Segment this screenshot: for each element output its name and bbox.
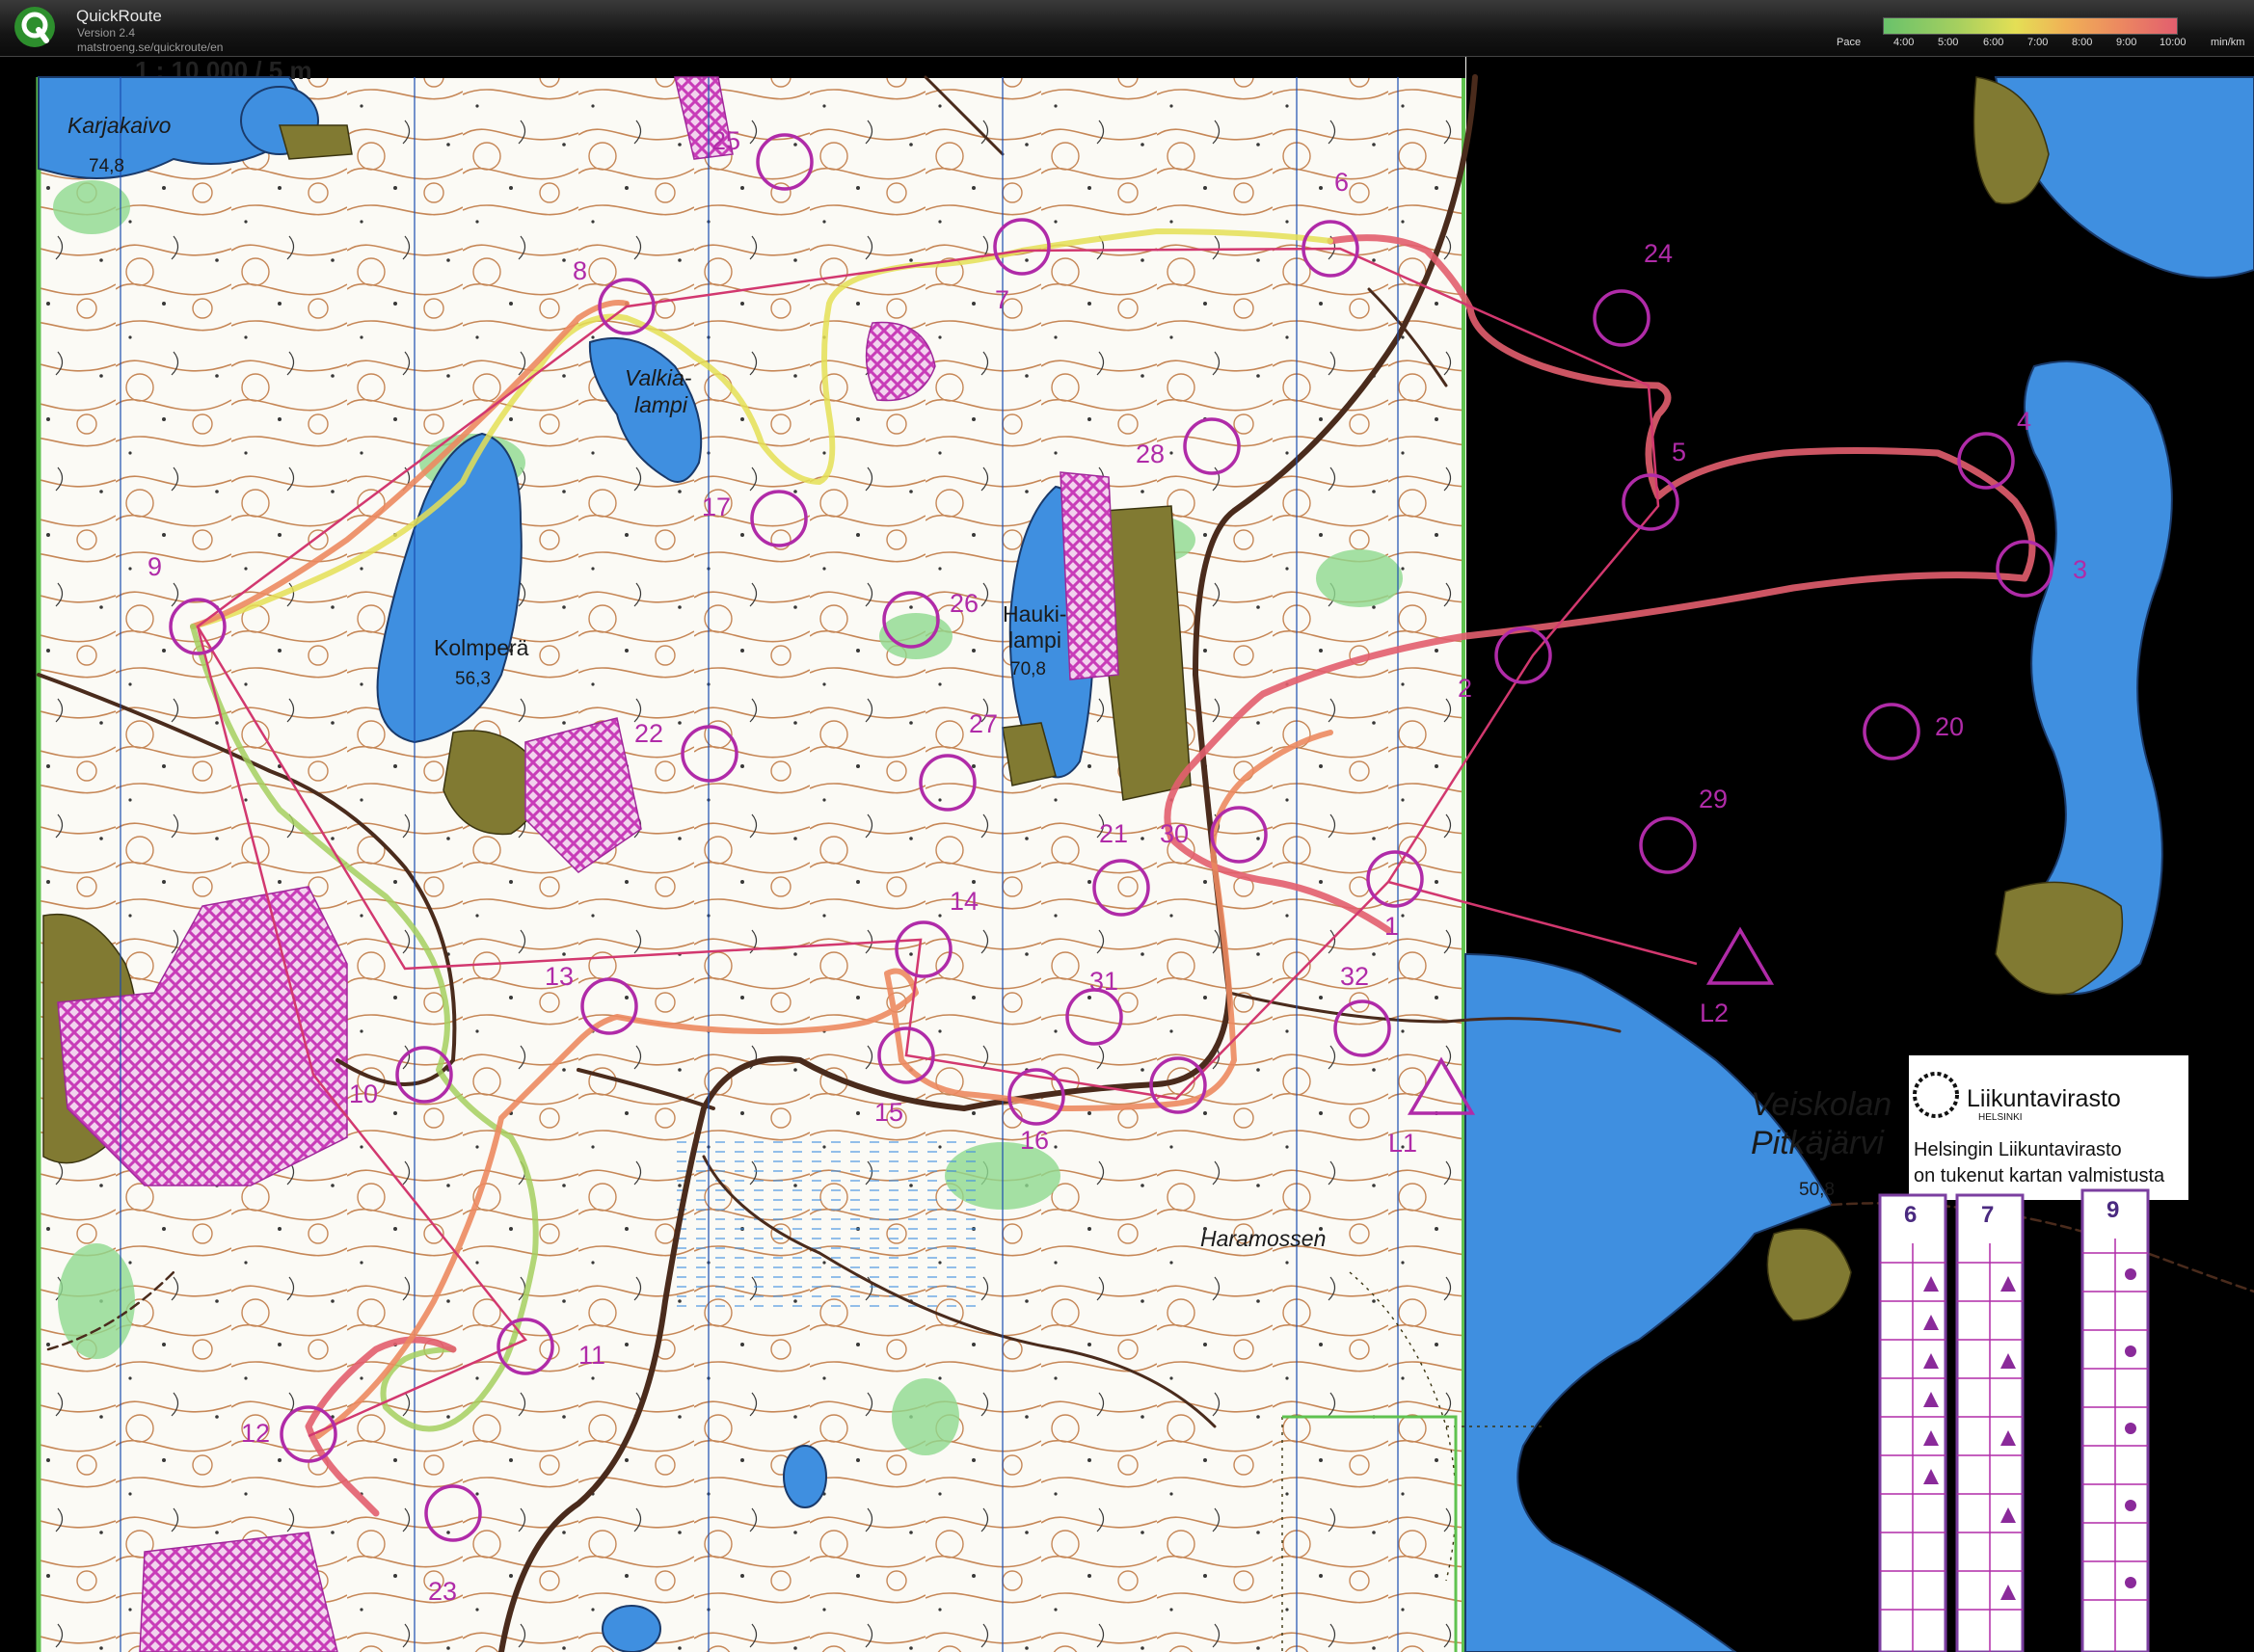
pace-tick: 5:00	[1938, 37, 1959, 48]
pond-south	[783, 1445, 827, 1508]
pace-tick: 7:00	[2027, 37, 2049, 48]
app-url[interactable]: matstroeng.se/quickroute/en	[77, 40, 223, 54]
pace-tick: 4:00	[1893, 37, 1915, 48]
pace-unit: min/km	[2211, 37, 2245, 48]
lake-elevation: 74,8	[89, 156, 124, 176]
lake-elevation: 70,8	[1010, 659, 1046, 679]
pace-tick: 9:00	[2116, 37, 2137, 48]
lake-name: Valkia-	[625, 365, 692, 390]
sponsor-line-2: on tukenut kartan valmistusta	[1914, 1165, 2165, 1186]
svg-text:25: 25	[711, 126, 740, 155]
course-column-header: 9	[2106, 1197, 2119, 1223]
sponsor-logo-text: Liikuntavirasto	[1967, 1085, 2121, 1112]
control-descriptions: 6 7 9	[1878, 1188, 2150, 1652]
svg-text:13: 13	[545, 962, 574, 991]
svg-text:6: 6	[1334, 168, 1349, 197]
lake-name: Kolmperä	[434, 635, 529, 660]
sponsor-logo-sub: HELSINKI	[1978, 1112, 2023, 1123]
svg-text:21: 21	[1099, 819, 1128, 848]
lake-name: lampi	[1008, 627, 1061, 653]
svg-text:23: 23	[428, 1577, 457, 1606]
svg-text:5: 5	[1672, 438, 1686, 466]
svg-text:L2: L2	[1700, 999, 1729, 1027]
svg-text:24: 24	[1644, 239, 1673, 268]
pace-color-bar	[1883, 17, 2178, 35]
sponsor-box: Liikuntavirasto HELSINKI Helsingin Liiku…	[1909, 1055, 2188, 1200]
quickroute-logo-icon	[14, 7, 55, 47]
app-version: Version 2.4	[77, 26, 136, 40]
orienteering-map-canvas[interactable]: 1 : 10 000 / 5 m 1 2 3 4 5 6 7 8 9 10 11…	[0, 57, 2254, 1652]
svg-text:17: 17	[702, 493, 731, 521]
course-column-header: 6	[1904, 1202, 1917, 1228]
lake-name: lampi	[634, 392, 688, 417]
svg-text:20: 20	[1935, 712, 1964, 741]
course-column-header: 7	[1981, 1202, 1994, 1228]
pace-tick: 8:00	[2072, 37, 2093, 48]
lake-elevation: 56,3	[455, 669, 491, 689]
lake-name: Pitkäjärvi	[1751, 1125, 1885, 1161]
svg-text:7: 7	[995, 285, 1009, 314]
pace-tick: 6:00	[1983, 37, 2004, 48]
svg-text:4: 4	[2017, 407, 2031, 436]
app-title: QuickRoute	[76, 7, 162, 25]
lake-name: Karjakaivo	[67, 113, 172, 138]
svg-text:29: 29	[1699, 785, 1728, 813]
lake-name: Hauki-	[1003, 601, 1066, 626]
svg-text:31: 31	[1089, 967, 1118, 996]
svg-text:1: 1	[1384, 912, 1399, 941]
svg-text:16: 16	[1020, 1126, 1049, 1155]
svg-text:L1: L1	[1388, 1129, 1417, 1158]
svg-text:22: 22	[634, 719, 663, 748]
marsh-area	[675, 1137, 983, 1311]
pace-label: Pace	[1837, 37, 1862, 48]
app-title-bar: QuickRoute Version 2.4 matstroeng.se/qui…	[0, 0, 2254, 57]
svg-text:30: 30	[1160, 819, 1189, 848]
svg-text:10: 10	[349, 1079, 378, 1108]
map-svg[interactable]: 1 : 10 000 / 5 m 1 2 3 4 5 6 7 8 9 10 11…	[0, 57, 2254, 1652]
lake-name: Veiskolan	[1751, 1086, 1892, 1123]
svg-text:9: 9	[148, 552, 162, 581]
pond-south-2	[602, 1605, 661, 1652]
svg-text:27: 27	[969, 709, 998, 738]
svg-text:12: 12	[241, 1419, 270, 1448]
svg-text:14: 14	[950, 887, 979, 916]
svg-text:26: 26	[950, 589, 979, 618]
svg-text:15: 15	[874, 1098, 903, 1127]
svg-text:32: 32	[1340, 962, 1369, 991]
svg-text:2: 2	[1458, 674, 1472, 703]
svg-text:11: 11	[578, 1341, 605, 1370]
svg-text:28: 28	[1136, 440, 1165, 468]
sponsor-line-1: Helsingin Liikuntavirasto	[1914, 1139, 2122, 1160]
svg-text:8: 8	[573, 256, 587, 285]
pace-tick: 10:00	[2160, 37, 2187, 48]
lake-elevation: 50,8	[1799, 1180, 1835, 1200]
marsh-name: Haramossen	[1200, 1226, 1326, 1251]
svg-text:3: 3	[2073, 555, 2087, 584]
